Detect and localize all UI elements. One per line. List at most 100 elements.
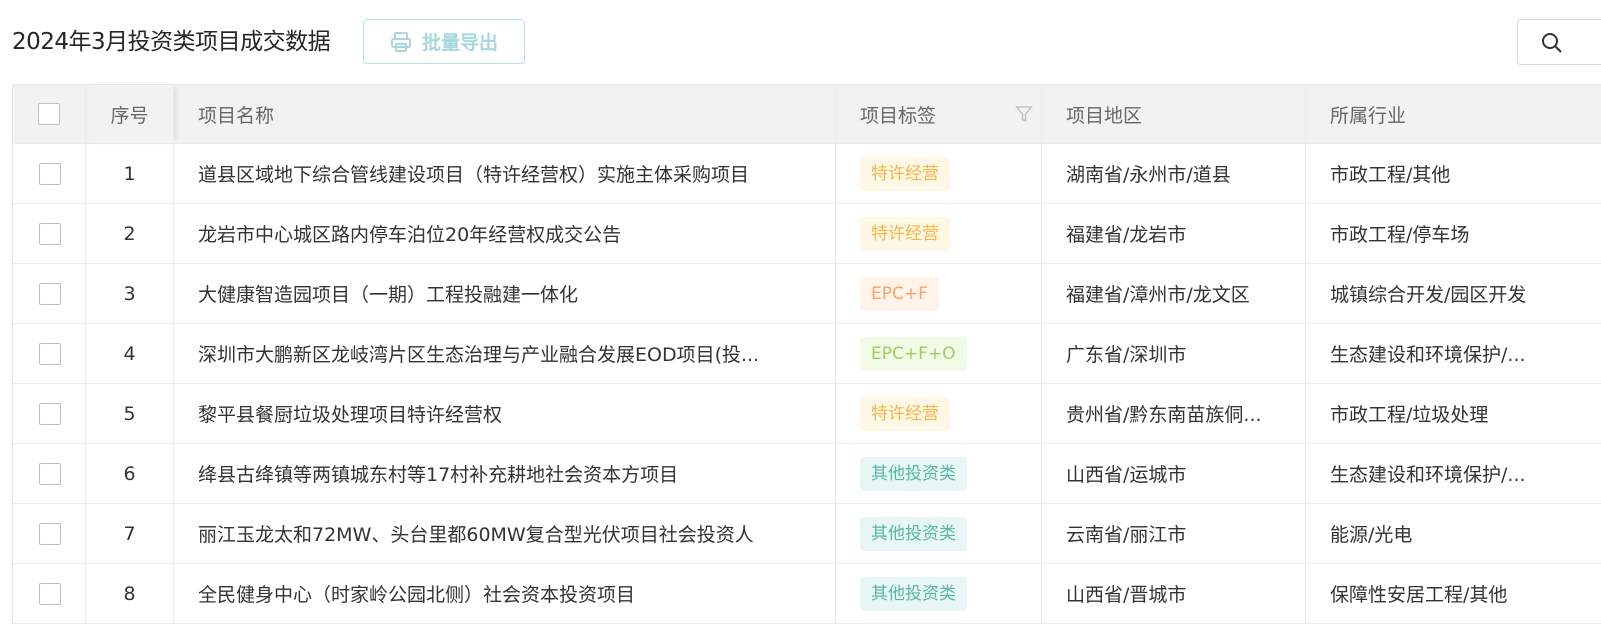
row-checkbox-cell — [13, 444, 86, 503]
project-region: 贵州省/黔东南苗族侗... — [1066, 404, 1262, 426]
search-button[interactable] — [1517, 19, 1601, 65]
batch-export-label: 批量导出 — [421, 32, 498, 54]
project-industry: 能源/光电 — [1330, 524, 1413, 546]
project-table: 序号 项目名称 项目标签 项目地区 所属行业 1 道县区域地下综合管线建设项目（特… — [12, 84, 1601, 624]
row-checkbox[interactable] — [38, 162, 61, 185]
project-name[interactable]: 全民健身中心（时家岭公园北侧）社会资本投资项目 — [198, 580, 635, 607]
row-checkbox[interactable] — [38, 402, 61, 425]
project-industry: 保障性安居工程/其他 — [1330, 584, 1508, 606]
project-name[interactable]: 黎平县餐厨垃圾处理项目特许经营权 — [198, 400, 502, 427]
row-name-cell[interactable]: 道县区域地下综合管线建设项目（特许经营权）实施主体采购项目 — [174, 144, 836, 203]
search-icon — [1541, 32, 1563, 58]
table-row[interactable]: 6 绛县古绛镇等两镇城东村等17村补充耕地社会资本方项目 其他投资类 山西省/运城市 生… — [13, 444, 1601, 504]
row-region: 广东省/深圳市 — [1042, 324, 1306, 383]
row-checkbox-cell — [13, 504, 86, 563]
header-name: 项目名称 — [174, 85, 836, 143]
project-industry: 市政工程/停车场 — [1330, 224, 1470, 246]
project-region: 山西省/晋城市 — [1066, 584, 1187, 606]
header-checkbox-cell — [13, 85, 86, 143]
table-row[interactable]: 8 全民健身中心（时家岭公园北侧）社会资本投资项目 其他投资类 山西省/晋城市 保障性安… — [13, 564, 1601, 624]
batch-export-button[interactable]: 批量导出 — [363, 19, 525, 64]
project-name[interactable]: 深圳市大鹏新区龙岐湾片区生态治理与产业融合发展EOD项目(投... — [198, 340, 759, 367]
project-name[interactable]: 道县区域地下综合管线建设项目（特许经营权）实施主体采购项目 — [198, 160, 749, 187]
row-tag-cell: EPC+F+O — [836, 324, 1042, 383]
row-index: 5 — [86, 384, 174, 443]
printer-icon — [390, 31, 412, 53]
header-industry: 所属行业 — [1330, 104, 1407, 127]
project-name[interactable]: 丽江玉龙太和72MW、头台里都60MW复合型光伏项目社会投资人 — [198, 520, 754, 547]
header-tag: 项目标签 — [836, 85, 1042, 143]
row-industry: 生态建设和环境保护/... — [1306, 444, 1601, 503]
project-name[interactable]: 龙岩市中心城区路内停车泊位20年经营权成交公告 — [198, 220, 621, 247]
row-name-cell[interactable]: 龙岩市中心城区路内停车泊位20年经营权成交公告 — [174, 204, 836, 263]
table-row[interactable]: 4 深圳市大鹏新区龙岐湾片区生态治理与产业融合发展EOD项目(投... EPC+F+… — [13, 324, 1601, 384]
row-index: 8 — [86, 564, 174, 623]
row-region: 福建省/龙岩市 — [1042, 204, 1306, 263]
project-industry: 市政工程/垃圾处理 — [1330, 404, 1489, 426]
table-row[interactable]: 2 龙岩市中心城区路内停车泊位20年经营权成交公告 特许经营 福建省/龙岩市 市政工程/… — [13, 204, 1601, 264]
table-row[interactable]: 7 丽江玉龙太和72MW、头台里都60MW复合型光伏项目社会投资人 其他投资类 云南省… — [13, 504, 1601, 564]
row-industry: 城镇综合开发/园区开发 — [1306, 264, 1601, 323]
select-all-checkbox[interactable] — [38, 103, 60, 125]
row-index: 2 — [86, 204, 174, 263]
row-checkbox-cell — [13, 564, 86, 623]
row-region: 山西省/运城市 — [1042, 444, 1306, 503]
table-row[interactable]: 5 黎平县餐厨垃圾处理项目特许经营权 特许经营 贵州省/黔东南苗族侗... 市政工程/垃… — [13, 384, 1601, 444]
row-industry: 市政工程/停车场 — [1306, 204, 1601, 263]
row-name-cell[interactable]: 全民健身中心（时家岭公园北侧）社会资本投资项目 — [174, 564, 836, 623]
row-name-cell[interactable]: 深圳市大鹏新区龙岐湾片区生态治理与产业融合发展EOD项目(投... — [174, 324, 836, 383]
row-industry: 市政工程/其他 — [1306, 144, 1601, 203]
row-name-cell[interactable]: 黎平县餐厨垃圾处理项目特许经营权 — [174, 384, 836, 443]
project-tag: 其他投资类 — [860, 456, 967, 491]
row-checkbox[interactable] — [38, 522, 61, 545]
page-title: 2024年3月投资类项目成交数据 — [12, 29, 331, 55]
project-tag: EPC+F+O — [860, 336, 967, 371]
project-tag: 特许经营 — [860, 156, 950, 191]
project-industry: 市政工程/其他 — [1330, 164, 1451, 186]
row-checkbox[interactable] — [38, 222, 61, 245]
header-index: 序号 — [86, 85, 174, 143]
row-tag-cell: 其他投资类 — [836, 504, 1042, 563]
row-checkbox-cell — [13, 384, 86, 443]
row-checkbox-cell — [13, 264, 86, 323]
project-name[interactable]: 大健康智造园项目（一期）工程投融建一体化 — [198, 280, 578, 307]
header-region: 项目地区 — [1042, 85, 1306, 143]
project-region: 福建省/龙岩市 — [1066, 224, 1187, 246]
table-row[interactable]: 1 道县区域地下综合管线建设项目（特许经营权）实施主体采购项目 特许经营 湖南省/永州… — [13, 144, 1601, 204]
row-name-cell[interactable]: 大健康智造园项目（一期）工程投融建一体化 — [174, 264, 836, 323]
header-tag-label: 项目标签 — [860, 104, 937, 127]
row-region: 福建省/漳州市/龙文区 — [1042, 264, 1306, 323]
row-tag-cell: 特许经营 — [836, 384, 1042, 443]
table-body: 1 道县区域地下综合管线建设项目（特许经营权）实施主体采购项目 特许经营 湖南省/永州… — [13, 144, 1601, 624]
project-industry: 生态建设和环境保护/... — [1330, 344, 1526, 366]
row-index: 4 — [86, 324, 174, 383]
row-region: 山西省/晋城市 — [1042, 564, 1306, 623]
row-name-cell[interactable]: 丽江玉龙太和72MW、头台里都60MW复合型光伏项目社会投资人 — [174, 504, 836, 563]
project-region: 广东省/深圳市 — [1066, 344, 1187, 366]
table-row[interactable]: 3 大健康智造园项目（一期）工程投融建一体化 EPC+F 福建省/漳州市/龙文区 城镇综… — [13, 264, 1601, 324]
project-region: 福建省/漳州市/龙文区 — [1066, 284, 1250, 306]
project-tag: 特许经营 — [860, 396, 950, 431]
row-checkbox-cell — [13, 204, 86, 263]
row-tag-cell: 特许经营 — [836, 204, 1042, 263]
row-index: 7 — [86, 504, 174, 563]
row-checkbox[interactable] — [38, 282, 61, 305]
row-checkbox[interactable] — [38, 342, 61, 365]
row-checkbox-cell — [13, 144, 86, 203]
table-header: 序号 项目名称 项目标签 项目地区 所属行业 — [13, 85, 1601, 144]
row-industry: 保障性安居工程/其他 — [1306, 564, 1601, 623]
row-region: 云南省/丽江市 — [1042, 504, 1306, 563]
filter-icon[interactable] — [1015, 105, 1033, 128]
row-tag-cell: EPC+F — [836, 264, 1042, 323]
project-region: 云南省/丽江市 — [1066, 524, 1187, 546]
project-tag: 特许经营 — [860, 216, 950, 251]
row-checkbox[interactable] — [38, 462, 61, 485]
project-industry: 生态建设和环境保护/... — [1330, 464, 1526, 486]
row-tag-cell: 特许经营 — [836, 144, 1042, 203]
row-industry: 生态建设和环境保护/... — [1306, 324, 1601, 383]
row-tag-cell: 其他投资类 — [836, 444, 1042, 503]
row-region: 贵州省/黔东南苗族侗... — [1042, 384, 1306, 443]
project-name[interactable]: 绛县古绛镇等两镇城东村等17村补充耕地社会资本方项目 — [198, 460, 678, 487]
row-name-cell[interactable]: 绛县古绛镇等两镇城东村等17村补充耕地社会资本方项目 — [174, 444, 836, 503]
row-checkbox[interactable] — [38, 582, 61, 605]
